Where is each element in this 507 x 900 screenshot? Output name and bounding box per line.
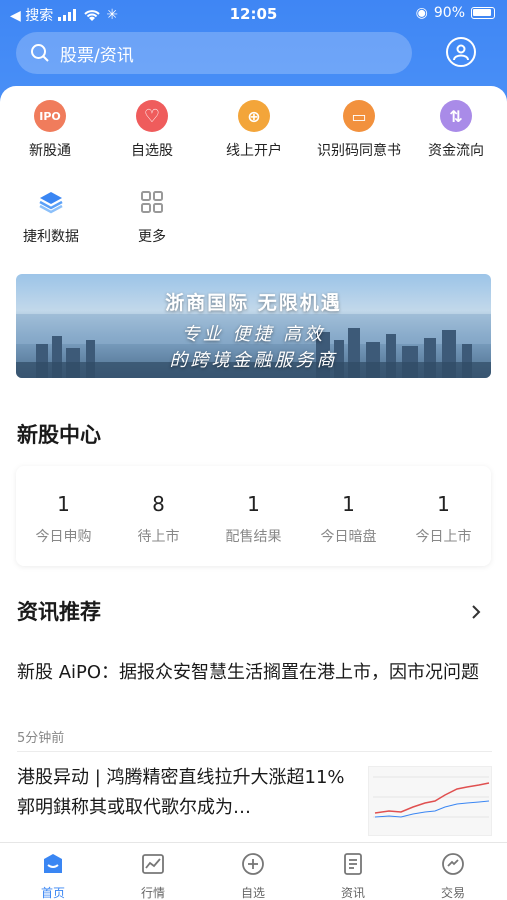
tab-market[interactable]: 行情 [103, 851, 203, 900]
ipo-stat-today-subscribe[interactable]: 1 今日申购 [16, 466, 111, 546]
menu-open-account[interactable]: ⊕ 线上开户 [204, 100, 304, 160]
stat-label: 配售结果 [225, 529, 282, 545]
menu-watchlist[interactable]: ♡ 自选股 [102, 100, 202, 160]
tab-watchlist[interactable]: 自选 [203, 851, 303, 900]
banner-title: 浙商国际 无限机遇 [165, 292, 342, 314]
stat-label: 今日暗盘 [320, 529, 377, 545]
heart-icon: ♡ [136, 100, 168, 132]
news-item-headline[interactable]: 新股 AiPO：据报众安智慧生活搁置在港上市，因市况问题 [17, 658, 492, 688]
search-input[interactable]: 股票/资讯 [16, 32, 412, 74]
stat-value: 8 [152, 492, 165, 516]
stat-label: 今日上市 [415, 529, 472, 545]
news-thumbnail-chart [368, 766, 492, 836]
tab-news[interactable]: 资讯 [303, 851, 403, 900]
menu-consent[interactable]: ▭ 识别码同意书 [304, 100, 414, 160]
tab-label: 资讯 [340, 886, 365, 900]
ipo-stats-card: 1 今日申购 8 待上市 1 配售结果 1 今日暗盘 1 今日上市 [16, 466, 491, 566]
news-divider [17, 751, 492, 752]
menu-label: 自选股 [131, 143, 173, 159]
user-avatar-button[interactable] [446, 37, 476, 67]
stat-label: 今日申购 [35, 529, 92, 545]
stat-value: 1 [342, 492, 355, 516]
tab-label: 交易 [440, 886, 465, 900]
battery-icon [471, 7, 495, 19]
user-icon [453, 44, 469, 61]
grid-icon [136, 186, 168, 218]
menu-label: 新股通 [29, 143, 71, 159]
chart-icon [142, 854, 164, 874]
menu-fund-flow[interactable]: ⇅ 资金流向 [406, 100, 506, 160]
status-bar: ◀ 搜索 ✳ 12:05 ◉ 90% [0, 0, 507, 28]
account-icon: ⊕ [238, 100, 270, 132]
menu-ipo[interactable]: IPO 新股通 [0, 100, 100, 160]
tab-label: 自选 [240, 886, 265, 900]
stat-label: 待上市 [137, 529, 180, 545]
news-icon [344, 853, 362, 875]
news-section-title: 资讯推荐 [17, 600, 101, 624]
document-icon: ▭ [343, 100, 375, 132]
main-content: IPO 新股通 ♡ 自选股 ⊕ 线上开户 ▭ 识别码同意书 ⇅ 资金流向 捷利数… [0, 86, 507, 842]
stat-value: 1 [57, 492, 70, 516]
home-icon [44, 854, 62, 873]
fund-flow-icon: ⇅ [440, 100, 472, 132]
menu-label: 资金流向 [428, 143, 484, 159]
tab-trade[interactable]: 交易 [403, 851, 503, 900]
ipo-center-title: 新股中心 [17, 423, 101, 447]
tab-label: 首页 [40, 886, 65, 900]
menu-label: 捷利数据 [23, 229, 79, 245]
menu-label: 线上开户 [226, 143, 282, 159]
trade-icon [442, 853, 464, 875]
stat-value: 1 [437, 492, 450, 516]
ipo-stat-today-listing[interactable]: 1 今日上市 [396, 466, 491, 546]
menu-jieli-data[interactable]: 捷利数据 [1, 186, 101, 246]
news-item-time: 5分钟前 [17, 731, 65, 746]
bottom-tab-bar: 首页 行情 自选 资讯 交易 [0, 842, 507, 900]
banner-slogan-2: 的跨境金融服务商 [169, 350, 338, 371]
tab-label: 行情 [140, 886, 165, 900]
promo-banner[interactable]: 浙商国际 无限机遇 专业 便捷 高效 的跨境金融服务商 [16, 274, 491, 378]
news-item-headline[interactable]: 港股异动 | 鸿腾精密直线拉升大涨超11% 郭明錤称其或取代歌尔成为… [17, 763, 347, 823]
lock-rotation-icon: ◉ [415, 5, 428, 21]
battery-percent: 90% [433, 5, 465, 21]
menu-label: 识别码同意书 [317, 143, 401, 159]
search-placeholder: 股票/资讯 [60, 45, 134, 66]
menu-more[interactable]: 更多 [102, 186, 202, 246]
ipo-stat-allotment[interactable]: 1 配售结果 [206, 466, 301, 546]
stat-value: 1 [247, 492, 260, 516]
ipo-stat-grey-market[interactable]: 1 今日暗盘 [301, 466, 396, 546]
ipo-stat-pending-listing[interactable]: 8 待上市 [111, 466, 206, 546]
ipo-icon: IPO [34, 100, 66, 132]
search-icon [31, 44, 49, 62]
layers-icon [35, 186, 67, 218]
chevron-right-icon[interactable] [470, 604, 482, 620]
add-circle-icon [242, 853, 264, 875]
tab-home[interactable]: 首页 [3, 851, 103, 900]
menu-label: 更多 [138, 229, 166, 245]
banner-slogan-1: 专业 便捷 高效 [181, 324, 326, 345]
